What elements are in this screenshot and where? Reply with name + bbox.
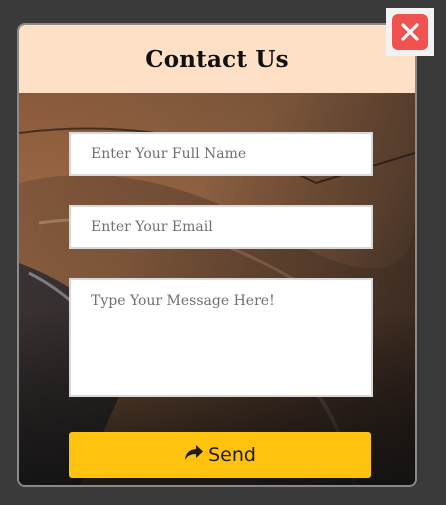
modal-header: Contact Us xyxy=(19,25,415,93)
send-label: Send xyxy=(208,444,256,466)
contact-modal: Contact Us Enter Your Full Name Enter Yo… xyxy=(17,23,417,487)
message-placeholder: Type Your Message Here! xyxy=(91,293,275,309)
full-name-placeholder: Enter Your Full Name xyxy=(91,146,247,162)
message-textarea[interactable]: Type Your Message Here! xyxy=(69,278,373,397)
send-button[interactable]: Send xyxy=(69,432,371,478)
close-icon xyxy=(392,14,428,50)
modal-title: Contact Us xyxy=(145,45,289,73)
share-arrow-icon xyxy=(184,444,204,466)
email-input[interactable]: Enter Your Email xyxy=(69,205,373,249)
email-placeholder: Enter Your Email xyxy=(91,219,213,235)
close-button[interactable] xyxy=(386,8,434,56)
full-name-input[interactable]: Enter Your Full Name xyxy=(69,132,373,176)
